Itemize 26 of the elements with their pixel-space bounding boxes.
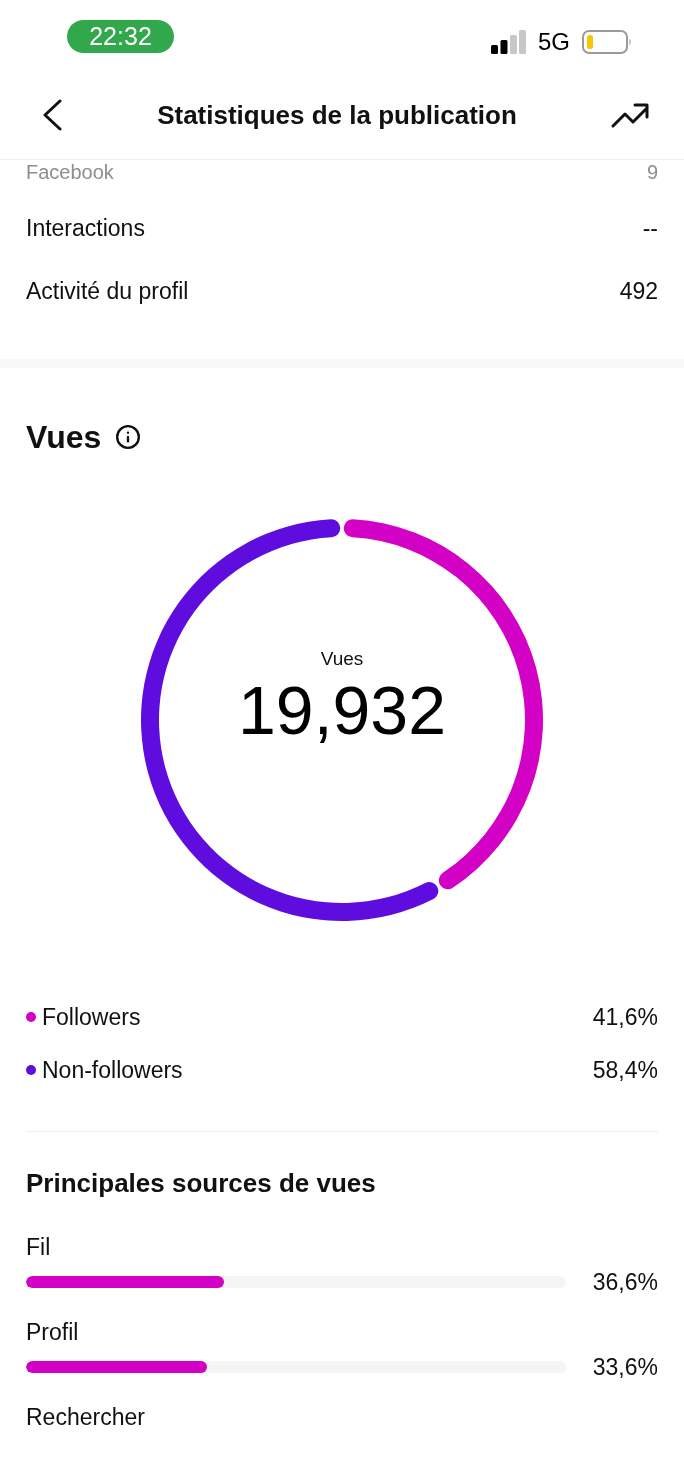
signal-icon xyxy=(491,30,526,54)
page-title: Statistiques de la publication xyxy=(157,98,517,131)
source-percentage: 33,6% xyxy=(592,1353,658,1381)
legend-value: 58,4% xyxy=(592,1055,658,1084)
source-label: Profil xyxy=(26,1318,80,1346)
stat-value: -- xyxy=(642,213,658,242)
network-label: 5G xyxy=(538,29,570,55)
stat-value: 492 xyxy=(619,276,658,305)
legend-label: Followers xyxy=(42,1002,141,1031)
section-heading: Principales sources de vues xyxy=(26,1167,377,1199)
source-percentage: 36,6% xyxy=(592,1268,658,1296)
stat-value: 9 xyxy=(646,160,658,184)
stat-label: Interactions xyxy=(26,213,145,242)
donut-center-value: 19,932 xyxy=(238,672,446,748)
source-label: Fil xyxy=(26,1233,52,1261)
legend-value: 41,6% xyxy=(592,1002,658,1031)
time-pill: 22:32 xyxy=(67,20,174,53)
stat-label: Activité du profil xyxy=(26,276,189,305)
battery-icon xyxy=(582,30,632,54)
info-icon[interactable] xyxy=(115,424,142,450)
donut-center-label: Vues xyxy=(320,648,364,670)
stat-label: Facebook xyxy=(26,160,114,184)
back-chevron-icon xyxy=(41,98,63,131)
source-label: Rechercher xyxy=(26,1403,146,1431)
section-heading: Vues xyxy=(26,418,102,456)
legend-label: Non-followers xyxy=(42,1055,183,1084)
